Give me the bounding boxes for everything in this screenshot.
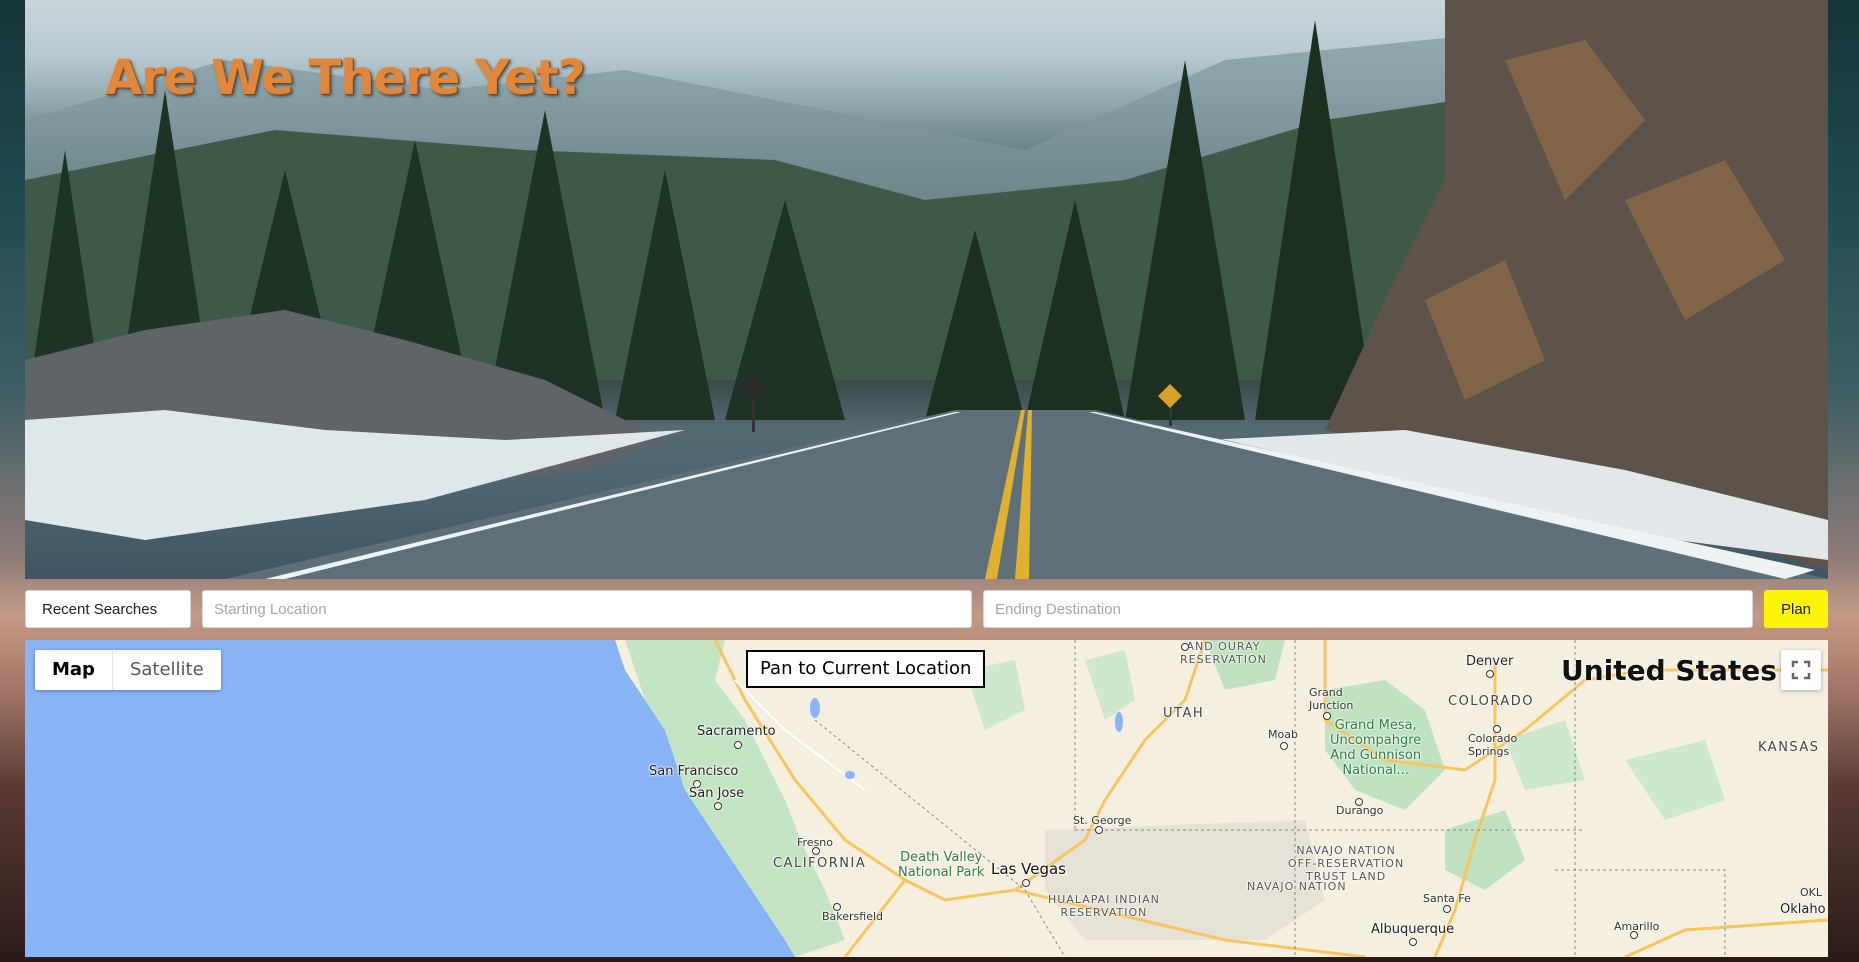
map-city-dot — [1443, 905, 1451, 913]
map-label-okl: OKL — [1800, 886, 1822, 899]
search-bar: Recent Searches Plan — [25, 590, 1828, 628]
map-label-state-utah: UTAH — [1163, 706, 1205, 721]
map-city-dot — [1022, 879, 1030, 887]
map-label-san-francisco: San Francisco — [649, 764, 739, 779]
map-label-state-colorado: COLORADO — [1448, 694, 1534, 709]
pan-to-current-location-button[interactable]: Pan to Current Location — [746, 650, 986, 688]
map-type-satellite-button[interactable]: Satellite — [111, 650, 221, 690]
map[interactable]: Map Satellite Pan to Current Location Un… — [25, 640, 1828, 957]
hero-banner: Are We There Yet? — [25, 0, 1828, 579]
fullscreen-button[interactable] — [1781, 650, 1821, 690]
map-label-grand-junction: Grand Junction — [1309, 686, 1354, 712]
map-city-dot — [1493, 725, 1501, 733]
map-type-map-button[interactable]: Map — [35, 650, 112, 690]
map-label-amarillo: Amarillo — [1614, 920, 1660, 933]
map-label-las-vegas: Las Vegas — [991, 860, 1066, 878]
map-city-dot — [1095, 826, 1103, 834]
map-label-st-george: St. George — [1073, 814, 1132, 827]
map-label-moab: Moab — [1268, 728, 1298, 741]
map-city-dot — [714, 802, 722, 810]
map-label-san-jose: San Jose — [689, 786, 745, 801]
map-label-colorado-springs: Colorado Springs — [1468, 732, 1518, 758]
map-label-sacramento: Sacramento — [697, 724, 776, 739]
map-label-country: United States — [1561, 654, 1777, 687]
map-label-state-kansas: KANSAS — [1758, 740, 1820, 755]
map-city-dot — [1280, 742, 1288, 750]
site-title: Are We There Yet? — [105, 50, 586, 106]
ending-destination-input[interactable] — [983, 590, 1753, 628]
map-label-grand-mesa: Grand Mesa, Uncompahgre And Gunnison Nat… — [1330, 718, 1422, 778]
map-city-dot — [1409, 938, 1417, 946]
map-label-navajo-off-reservation: NAVAJO NATION OFF-RESERVATION TRUST LAND — [1288, 844, 1405, 883]
map-label-albuquerque: Albuquerque — [1371, 922, 1455, 937]
map-city-dot — [1355, 798, 1363, 806]
map-city-dot — [812, 847, 820, 855]
map-label-bakersfield: Bakersfield — [822, 910, 884, 923]
recent-searches-button[interactable]: Recent Searches — [25, 590, 191, 628]
map-city-dot — [734, 741, 742, 749]
map-label-ouray-reservation: AND OURAY RESERVATION — [1180, 640, 1267, 666]
map-city-dot — [1181, 643, 1189, 651]
map-type-control: Map Satellite — [35, 650, 221, 690]
map-label-state-california: CALIFORNIA — [773, 856, 867, 871]
starting-location-input[interactable] — [202, 590, 972, 628]
map-label-navajo-nation: NAVAJO NATION — [1247, 880, 1347, 893]
map-city-dot — [833, 903, 841, 911]
plan-button[interactable]: Plan — [1764, 590, 1828, 628]
map-label-death-valley: Death Valley National Park — [898, 850, 985, 880]
map-label-santa-fe: Santa Fe — [1423, 892, 1471, 905]
map-city-dot — [1486, 670, 1494, 678]
map-city-dot — [1630, 931, 1638, 939]
map-label-oklahoma: Oklaho — [1780, 902, 1826, 917]
fullscreen-icon — [1791, 660, 1811, 680]
map-label-hualapai: HUALAPAI INDIAN RESERVATION — [1048, 893, 1160, 919]
map-label-denver: Denver — [1466, 654, 1514, 669]
